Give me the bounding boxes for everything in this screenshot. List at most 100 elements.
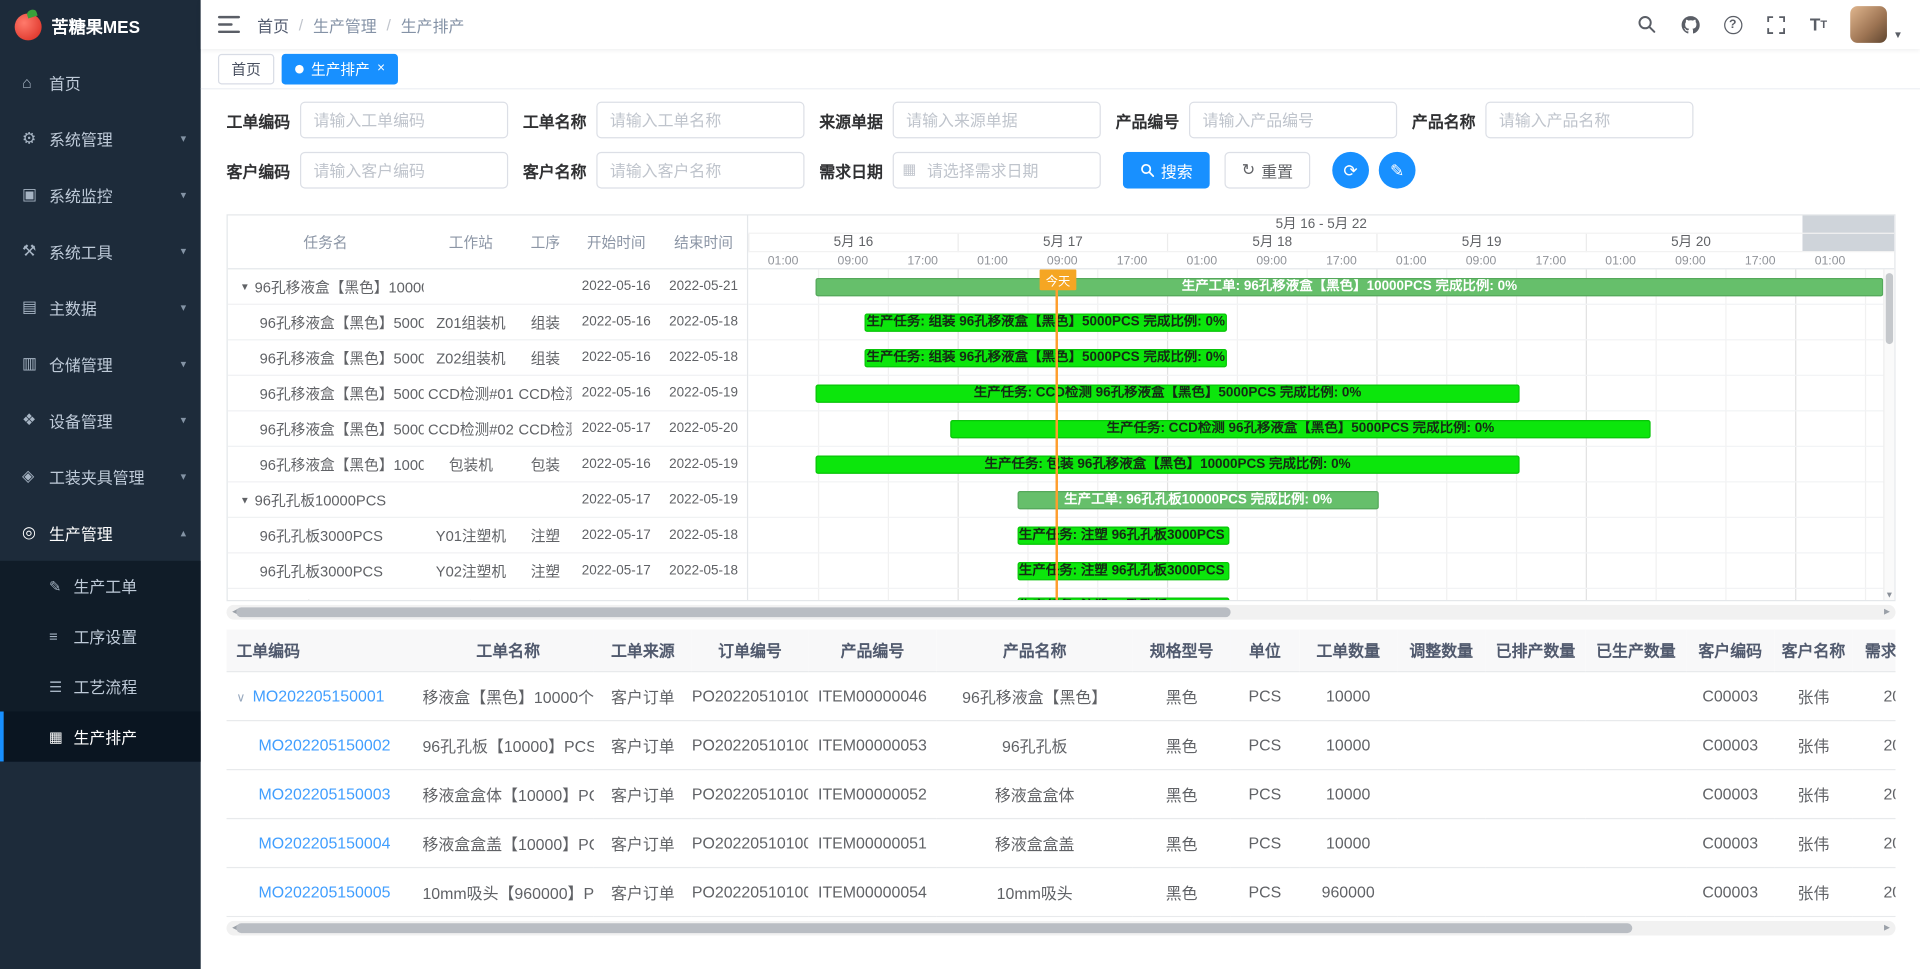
order-code-link[interactable]: MO202205150002 (259, 735, 391, 753)
task-end-cell: 2022-05-18 (660, 563, 747, 578)
order-cell: 960000 (1299, 867, 1397, 916)
tabs-bar: 首页生产排产× (201, 49, 1920, 89)
question-mark: ? (1724, 15, 1742, 33)
order-cell: PO202205101001 (692, 720, 808, 769)
gantt-bar-row: 生产工单: 96孔孔板10000PCS 完成比例: 0% (748, 482, 1887, 518)
sidebar-item-label: 首页 (49, 70, 186, 93)
gantt-order-bar[interactable]: 生产工单: 96孔移液盒【黑色】10000PCS 完成比例: 0% (816, 278, 1884, 296)
breadcrumb-item[interactable]: 首页 (257, 13, 289, 36)
gantt-vscroll-down-arrow[interactable]: ▼ (1885, 591, 1895, 600)
source-doc-input[interactable] (893, 102, 1101, 139)
sidebar-item-master-data[interactable]: ▤主数据▾ (0, 279, 201, 335)
breadcrumb-item[interactable]: 生产排产 (401, 13, 465, 36)
avatar-caret-icon[interactable]: ▼ (1893, 29, 1903, 40)
customer-name-input[interactable] (596, 152, 804, 189)
github-icon[interactable] (1679, 13, 1701, 35)
gantt-task-bar[interactable]: 生产任务: CCD检测 96孔移液盒【黑色】5000PCS 完成比例: 0% (816, 384, 1520, 402)
work-order-code-input[interactable] (300, 102, 508, 139)
menu-fold-icon[interactable] (218, 16, 240, 33)
gantt-task-bar[interactable]: 生产任务: 注塑 96孔孔板3000PCS 完成比例: 0% (1018, 562, 1230, 580)
gantt-vscroll-thumb[interactable] (1886, 273, 1893, 344)
orders-table-row[interactable]: ∨MO202205150001移液盒【黑色】10000个客户订单PO202205… (227, 671, 1896, 720)
gantt-task-row[interactable]: ▼96孔移液盒【黑色】10000PCS2022-05-162022-05-21 (228, 269, 747, 305)
demand-date-input[interactable] (893, 152, 1101, 189)
sidebar-item-system-tools[interactable]: ⚒系统工具▾ (0, 223, 201, 279)
gantt-task-row[interactable]: 96孔移液盒【黑色】5000PCSZ01组装机组装2022-05-162022-… (228, 305, 747, 341)
gantt-task-bar[interactable]: 生产任务: 注塑 96孔孔板3000PCS 完成比例: 0% (1018, 598, 1230, 600)
product-name-input[interactable] (1485, 102, 1693, 139)
gantt-vertical-scrollbar[interactable]: ▼ (1883, 269, 1894, 600)
orders-table-row[interactable]: MO202205150003移液盒盒体【10000】PCS客户订单PO20220… (227, 769, 1896, 818)
gantt-task-row[interactable]: 96孔移液盒【黑色】5000PCSCCD检测#02CCD检测2022-05-17… (228, 411, 747, 447)
gantt-task-row[interactable]: 96孔孔板3000PCSY02注塑机注塑2022-05-172022-05-18 (228, 553, 747, 589)
sidebar-subitem-scheduling[interactable]: ▦生产排产 (0, 711, 201, 761)
order-cell: 202 (1853, 671, 1896, 720)
sidebar-item-system-monitor[interactable]: ▣系统监控▾ (0, 167, 201, 223)
sidebar-subitem-process-setting[interactable]: ≡工序设置 (0, 611, 201, 661)
order-code-link[interactable]: MO202205150004 (259, 833, 391, 851)
search-button[interactable]: 搜索 (1123, 152, 1210, 189)
sidebar-item-home[interactable]: ⌂首页 (0, 54, 201, 110)
gantt-day-label: 5月 20 (1586, 234, 1795, 252)
sidebar-subitem-work-order[interactable]: ✎生产工单 (0, 561, 201, 611)
row-expand-chevron-icon[interactable]: ∨ (236, 691, 245, 704)
orders-horizontal-scrollbar[interactable]: ◄ ► (227, 920, 1896, 935)
gantt-task-grid: 任务名工作站工序开始时间结束时间 ▼96孔移液盒【黑色】10000PCS2022… (228, 216, 748, 600)
gantt-task-bar[interactable]: 生产任务: 组装 96孔移液盒【黑色】5000PCS 完成比例: 0% (864, 349, 1226, 367)
refresh-circle-button[interactable]: ⟳ (1332, 152, 1369, 189)
orders-table-row[interactable]: MO202205150004移液盒盒盖【10000】PCS客户订单PO20220… (227, 818, 1896, 867)
sidebar-item-warehouse[interactable]: ▥仓储管理▾ (0, 336, 201, 392)
gantt-task-row[interactable]: 96孔孔板3000PCSY01注塑机注塑2022-05-172022-05-18 (228, 518, 747, 554)
product-code-input[interactable] (1189, 102, 1397, 139)
gantt-task-row[interactable]: 96孔移液盒【黑色】5000PCSZ02组装机组装2022-05-162022-… (228, 340, 747, 376)
edit-circle-button[interactable]: ✎ (1379, 152, 1416, 189)
orders-table-row[interactable]: MO20220515000296孔孔板【10000】PCS客户订单PO20220… (227, 720, 1896, 769)
gantt-task-row[interactable]: 96孔移液盒【黑色】10000PCS包装机包装2022-05-162022-05… (228, 447, 747, 483)
sidebar-subitem-process-flow[interactable]: ☰工艺流程 (0, 661, 201, 711)
gantt-task-row[interactable]: 96孔移液盒【黑色】5000PCSCCD检测#01CCD检测2022-05-16… (228, 376, 747, 412)
expand-triangle-icon[interactable]: ▼ (240, 494, 250, 505)
avatar[interactable] (1850, 6, 1887, 43)
warehouse-icon: ▥ (22, 354, 49, 374)
sidebar-item-equipment[interactable]: ❖设备管理▾ (0, 392, 201, 448)
fullscreen-icon[interactable] (1765, 13, 1787, 35)
order-cell: 黑色 (1133, 671, 1231, 720)
customer-code-input[interactable] (300, 152, 508, 189)
order-code-link[interactable]: MO202205150001 (253, 686, 385, 704)
expand-triangle-icon[interactable]: ▼ (240, 281, 250, 292)
gantt-task-row[interactable]: 96孔孔板3000PCSY03注塑机注塑2022-05-172022-05-18 (228, 589, 747, 600)
sidebar-item-fixture[interactable]: ◈工装夹具管理▾ (0, 448, 201, 504)
breadcrumb-item[interactable]: 生产管理 (313, 13, 377, 36)
tab-active[interactable]: 生产排产× (282, 53, 399, 84)
gantt-hour-label: 17:00 (1516, 252, 1586, 270)
work-order-name-input[interactable] (596, 102, 804, 139)
search-icon[interactable] (1636, 13, 1658, 35)
order-cell: 移液盒盒盖 (937, 818, 1133, 867)
font-size-icon[interactable]: TT (1807, 13, 1829, 35)
gantt-task-row[interactable]: ▼96孔孔板10000PCS2022-05-172022-05-19 (228, 482, 747, 518)
app-logo[interactable]: 苦糖果MES (0, 0, 201, 54)
order-code-link[interactable]: MO202205150003 (259, 784, 391, 802)
gantt-task-bar[interactable]: 生产任务: 包装 96孔移液盒【黑色】10000PCS 完成比例: 0% (816, 456, 1520, 474)
gantt-hscroll-right-arrow[interactable]: ► (1882, 605, 1892, 620)
gantt-task-bar[interactable]: 生产任务: 注塑 96孔孔板3000PCS 完成比例: 0% (1018, 527, 1230, 545)
help-icon[interactable]: ? (1722, 13, 1744, 35)
sidebar-subitem-label: 工艺流程 (73, 675, 137, 698)
sidebar-item-system-admin[interactable]: ⚙系统管理▾ (0, 110, 201, 166)
order-cell (1397, 769, 1485, 818)
gantt-task-bar[interactable]: 生产任务: 组装 96孔移液盒【黑色】5000PCS 完成比例: 0% (864, 313, 1226, 331)
gantt-order-bar[interactable]: 生产工单: 96孔孔板10000PCS 完成比例: 0% (1018, 491, 1379, 509)
task-process-cell: CCD检测 (519, 418, 573, 439)
gantt-horizontal-scrollbar[interactable]: ◄ ► (227, 605, 1896, 620)
orders-table-row[interactable]: MO20220515000510mm吸头【960000】PCS客户订单PO202… (227, 867, 1896, 916)
order-code-link[interactable]: MO202205150005 (259, 882, 391, 900)
filter-field-product-name: 产品名称 (1412, 102, 1694, 139)
reset-button[interactable]: ↻ 重置 (1225, 152, 1311, 189)
chevron-down-icon: ▾ (181, 244, 187, 257)
tab-home[interactable]: 首页 (218, 53, 274, 84)
gantt-hscroll-thumb[interactable] (236, 607, 1230, 617)
sidebar-item-production[interactable]: ◎生产管理▴ (0, 504, 201, 560)
tab-close-icon[interactable]: × (377, 62, 385, 75)
orders-hscroll-thumb[interactable] (236, 923, 1632, 933)
orders-hscroll-right-arrow[interactable]: ► (1882, 920, 1892, 935)
